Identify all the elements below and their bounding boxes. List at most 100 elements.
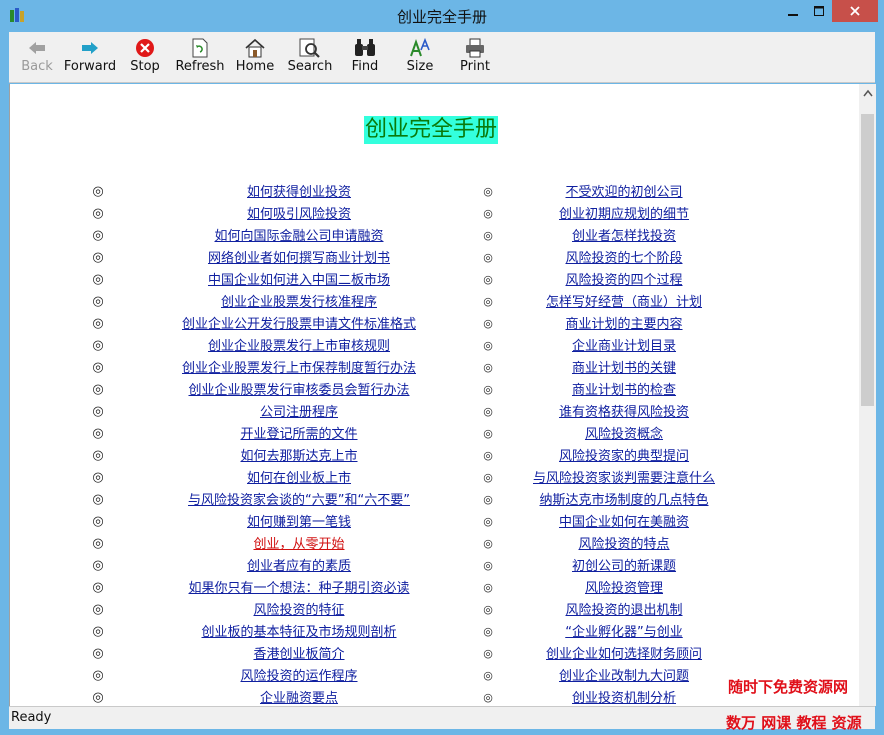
find-label: Find — [351, 59, 379, 74]
table-row: ◎ 开业登记所需的文件 ◎ 风险投资概念 — [10, 424, 860, 446]
article-link[interactable]: “企业孵化器”与创业 — [565, 624, 682, 641]
bullet-icon: ◎ — [483, 691, 493, 704]
article-link[interactable]: 风险投资的四个过程 — [565, 272, 682, 289]
article-link[interactable]: 风险投资管理 — [585, 580, 663, 597]
article-link[interactable]: 创业企业如何选择财务顾问 — [546, 646, 702, 663]
article-link[interactable]: 风险投资概念 — [585, 426, 663, 443]
table-row: ◎ 创业企业股票发行核准程序 ◎ 怎样写好经营（商业）计划 — [10, 292, 860, 314]
home-button[interactable]: Home — [227, 34, 283, 80]
close-button[interactable] — [832, 0, 878, 22]
printer-icon — [466, 38, 484, 58]
article-link[interactable]: 如果你只有一个想法：种子期引资必读 — [188, 580, 409, 597]
article-link[interactable]: 风险投资的特征 — [253, 602, 344, 619]
article-link[interactable]: 香港创业板简介 — [253, 646, 344, 663]
article-link[interactable]: 与风险投资家谈判需要注意什么 — [533, 470, 715, 487]
article-link[interactable]: 如何去那斯达克上市 — [240, 448, 357, 465]
minimize-button[interactable] — [780, 0, 806, 22]
article-link[interactable]: 商业计划书的关键 — [572, 360, 676, 377]
article-link[interactable]: 初创公司的新课题 — [572, 558, 676, 575]
table-row: ◎ 如何去那斯达克上市 ◎ 风险投资家的典型提问 — [10, 446, 860, 468]
article-link[interactable]: 不受欢迎的初创公司 — [565, 184, 682, 201]
article-link[interactable]: 网络创业者如何撰写商业计划书 — [208, 250, 390, 267]
article-link[interactable]: 创业企业股票发行上市审核规则 — [208, 338, 390, 355]
article-link[interactable]: 创业初期应规划的细节 — [559, 206, 689, 223]
article-link[interactable]: 纳斯达克市场制度的几点特色 — [539, 492, 708, 509]
article-link[interactable]: 风险投资的特点 — [578, 536, 669, 553]
bullet-icon: ◎ — [92, 602, 104, 617]
article-link[interactable]: 谁有资格获得风险投资 — [559, 404, 689, 421]
refresh-button[interactable]: Refresh — [172, 34, 228, 80]
article-link[interactable]: 创业者应有的素质 — [247, 558, 351, 575]
toolbar: Back Forward Stop Refresh Home Search Fi… — [9, 32, 875, 83]
article-link[interactable]: 创业者怎样找投资 — [572, 228, 676, 245]
article-link[interactable]: 如何在创业板上市 — [247, 470, 351, 487]
bullet-icon: ◎ — [483, 405, 493, 418]
article-link[interactable]: 创业企业改制九大问题 — [559, 668, 689, 685]
maximize-button[interactable] — [806, 0, 832, 22]
article-link[interactable]: 如何吸引风险投资 — [247, 206, 351, 223]
forward-button[interactable]: Forward — [62, 34, 118, 80]
bullet-icon: ◎ — [483, 581, 493, 594]
search-label: Search — [287, 59, 333, 74]
bullet-icon: ◎ — [92, 206, 104, 221]
bullet-icon: ◎ — [483, 207, 493, 220]
article-link[interactable]: 风险投资的运作程序 — [240, 668, 357, 685]
bullet-icon: ◎ — [483, 493, 493, 506]
article-link[interactable]: 如何赚到第一笔钱 — [247, 514, 351, 531]
table-row: ◎ 如何赚到第一笔钱 ◎ 中国企业如何在美融资 — [10, 512, 860, 534]
table-row: ◎ 创业企业股票发行上市审核规则 ◎ 企业商业计划目录 — [10, 336, 860, 358]
scrollbar-thumb[interactable] — [861, 114, 874, 406]
article-link[interactable]: 创业企业股票发行审核委员会暂行办法 — [188, 382, 409, 399]
stop-icon — [136, 39, 154, 57]
bullet-icon: ◎ — [483, 603, 493, 616]
close-icon — [850, 6, 860, 16]
print-button[interactable]: Print — [447, 34, 503, 80]
article-link[interactable]: 开业登记所需的文件 — [240, 426, 357, 443]
article-link[interactable]: 创业板的基本特征及市场规则剖析 — [201, 624, 396, 641]
bullet-icon: ◎ — [92, 558, 104, 573]
article-link[interactable]: 企业融资要点 — [260, 690, 338, 706]
article-link[interactable]: 如何获得创业投资 — [247, 184, 351, 201]
title-bar[interactable]: 创业完全手册 — [0, 0, 884, 32]
bullet-icon: ◎ — [483, 515, 493, 528]
table-row: ◎ 如何在创业板上市 ◎ 与风险投资家谈判需要注意什么 — [10, 468, 860, 490]
article-link[interactable]: 中国企业如何进入中国二板市场 — [208, 272, 390, 289]
article-link[interactable]: 企业商业计划目录 — [572, 338, 676, 355]
bullet-icon: ◎ — [92, 272, 104, 287]
article-link[interactable]: 风险投资的七个阶段 — [565, 250, 682, 267]
article-link[interactable]: 如何向国际金融公司申请融资 — [214, 228, 383, 245]
article-link[interactable]: 风险投资的退出机制 — [565, 602, 682, 619]
bullet-icon: ◎ — [483, 251, 493, 264]
article-link[interactable]: 创业企业股票发行上市保荐制度暂行办法 — [182, 360, 416, 377]
article-link[interactable]: 与风险投资家会谈的“六要”和“六不要” — [188, 492, 410, 509]
scroll-up-button[interactable] — [859, 84, 876, 101]
article-link[interactable]: 中国企业如何在美融资 — [559, 514, 689, 531]
bullet-icon: ◎ — [483, 427, 493, 440]
refresh-label: Refresh — [175, 59, 225, 74]
bullet-icon: ◎ — [92, 404, 104, 419]
bullet-icon: ◎ — [483, 339, 493, 352]
bullet-icon: ◎ — [92, 624, 104, 639]
article-link[interactable]: 怎样写好经营（商业）计划 — [546, 294, 702, 311]
vertical-scrollbar[interactable] — [859, 84, 876, 706]
bullet-icon: ◎ — [483, 317, 493, 330]
article-link[interactable]: 风险投资家的典型提问 — [559, 448, 689, 465]
back-button[interactable]: Back — [9, 34, 65, 80]
article-link[interactable]: 创业企业股票发行核准程序 — [221, 294, 377, 311]
article-link[interactable]: 公司注册程序 — [260, 404, 338, 421]
bullet-icon: ◎ — [92, 250, 104, 265]
search-button[interactable]: Search — [282, 34, 338, 80]
size-button[interactable]: Size — [392, 34, 448, 80]
article-link[interactable]: 创业投资机制分析 — [572, 690, 676, 706]
article-link[interactable]: 创业，从零开始 — [253, 536, 344, 553]
article-link[interactable]: 创业企业公开发行股票申请文件标准格式 — [182, 316, 416, 333]
article-link[interactable]: 商业计划书的检查 — [572, 382, 676, 399]
article-link[interactable]: 商业计划的主要内容 — [565, 316, 682, 333]
bullet-icon: ◎ — [483, 383, 493, 396]
stop-button[interactable]: Stop — [117, 34, 173, 80]
table-row: ◎ 公司注册程序 ◎ 谁有资格获得风险投资 — [10, 402, 860, 424]
search-icon — [299, 38, 320, 58]
binoculars-icon — [355, 39, 375, 56]
content-pane[interactable]: 创业完全手册 ◎ 如何获得创业投资 ◎ 不受欢迎的初创公司 ◎ 如何吸引风险投资 ◎ 创业初期… — [9, 84, 860, 706]
find-button[interactable]: Find — [337, 34, 393, 80]
